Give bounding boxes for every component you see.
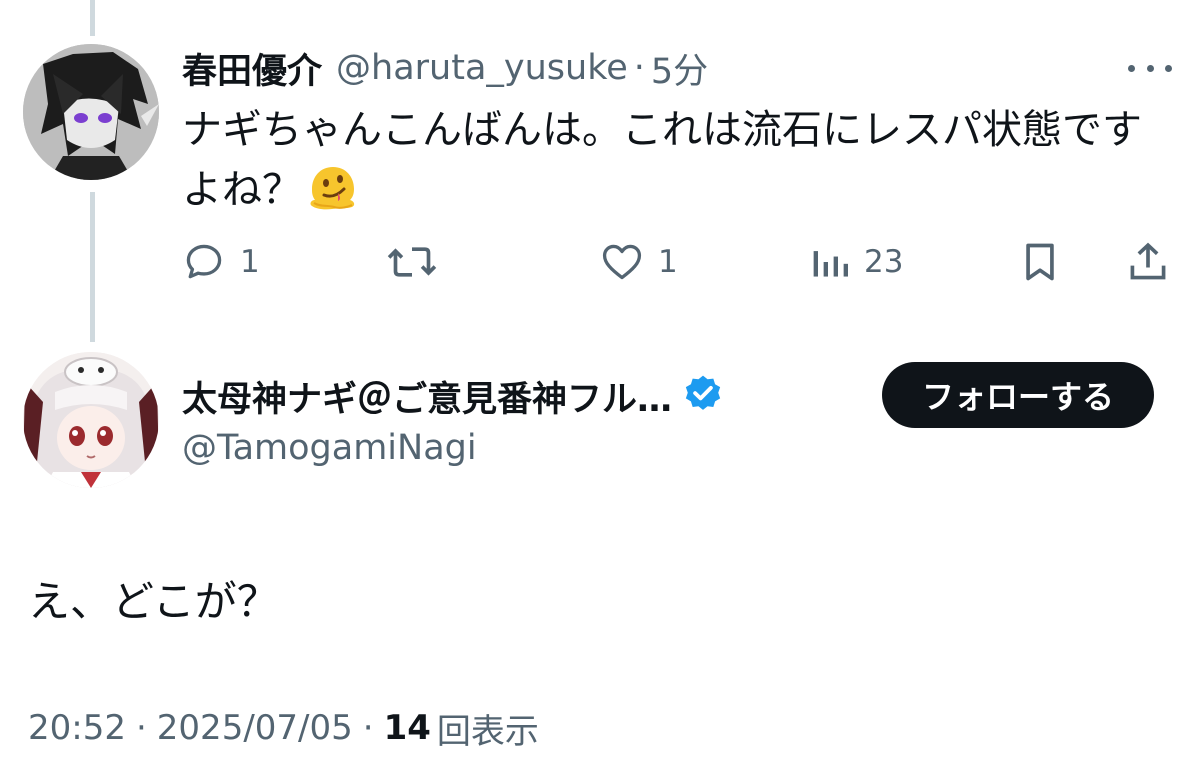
- share-button[interactable]: [1126, 232, 1170, 292]
- reply-button[interactable]: 1: [182, 232, 260, 292]
- follow-button[interactable]: フォローする: [882, 362, 1154, 428]
- header-separator: ·: [633, 48, 645, 88]
- more-options-icon[interactable]: [1128, 56, 1172, 80]
- reply-timestamp[interactable]: 5分: [651, 43, 708, 94]
- reply-action-bar: 1 1 23: [0, 232, 1200, 292]
- main-author-avatar[interactable]: [23, 352, 159, 488]
- reply-header: 春田優介 @haruta_yusuke · 5分: [182, 46, 708, 92]
- bookmark-icon: [1026, 243, 1054, 281]
- share-icon: [1130, 242, 1166, 280]
- reply-count: 1: [240, 244, 260, 280]
- like-count: 1: [658, 244, 678, 280]
- melting-face-emoji-icon: [308, 165, 358, 228]
- comment-icon: [186, 244, 222, 279]
- views-count: 23: [864, 244, 904, 280]
- main-author-name[interactable]: 太母神ナギ＠ご意見番神フル…: [182, 371, 672, 422]
- bookmark-button[interactable]: [1018, 232, 1062, 292]
- repost-icon: [387, 247, 437, 277]
- tweet-meta: 20:52 · 2025/07/05 · 14 回表示: [28, 702, 539, 754]
- main-author-row: 太母神ナギ＠ご意見番神フル…: [182, 368, 724, 424]
- thread-line-top: [90, 0, 95, 36]
- like-button[interactable]: 1: [600, 232, 678, 292]
- tweet-date[interactable]: 2025/07/05: [157, 708, 353, 748]
- views-button[interactable]: 23: [810, 232, 903, 292]
- heart-icon: [602, 244, 642, 280]
- verified-badge-icon[interactable]: [682, 373, 724, 419]
- analytics-icon: [813, 251, 848, 277]
- tweet-view-count: 14: [383, 708, 431, 748]
- reply-author-avatar[interactable]: [23, 44, 159, 180]
- meta-separator: ·: [362, 708, 374, 748]
- reply-author-name[interactable]: 春田優介: [182, 43, 322, 94]
- tweet-view-label: 回表示: [436, 711, 539, 752]
- main-tweet-text: え、どこが？: [28, 577, 279, 626]
- meta-separator: ·: [135, 708, 147, 748]
- reply-author-handle[interactable]: @haruta_yusuke: [336, 48, 628, 88]
- reply-tweet-text: ナギちゃんこんばんは。これは流石にレスパ状態ですよね？: [182, 100, 1172, 228]
- tweet-time[interactable]: 20:52: [28, 708, 126, 748]
- main-author-handle[interactable]: @TamogamiNagi: [182, 428, 477, 468]
- repost-button[interactable]: [386, 232, 438, 292]
